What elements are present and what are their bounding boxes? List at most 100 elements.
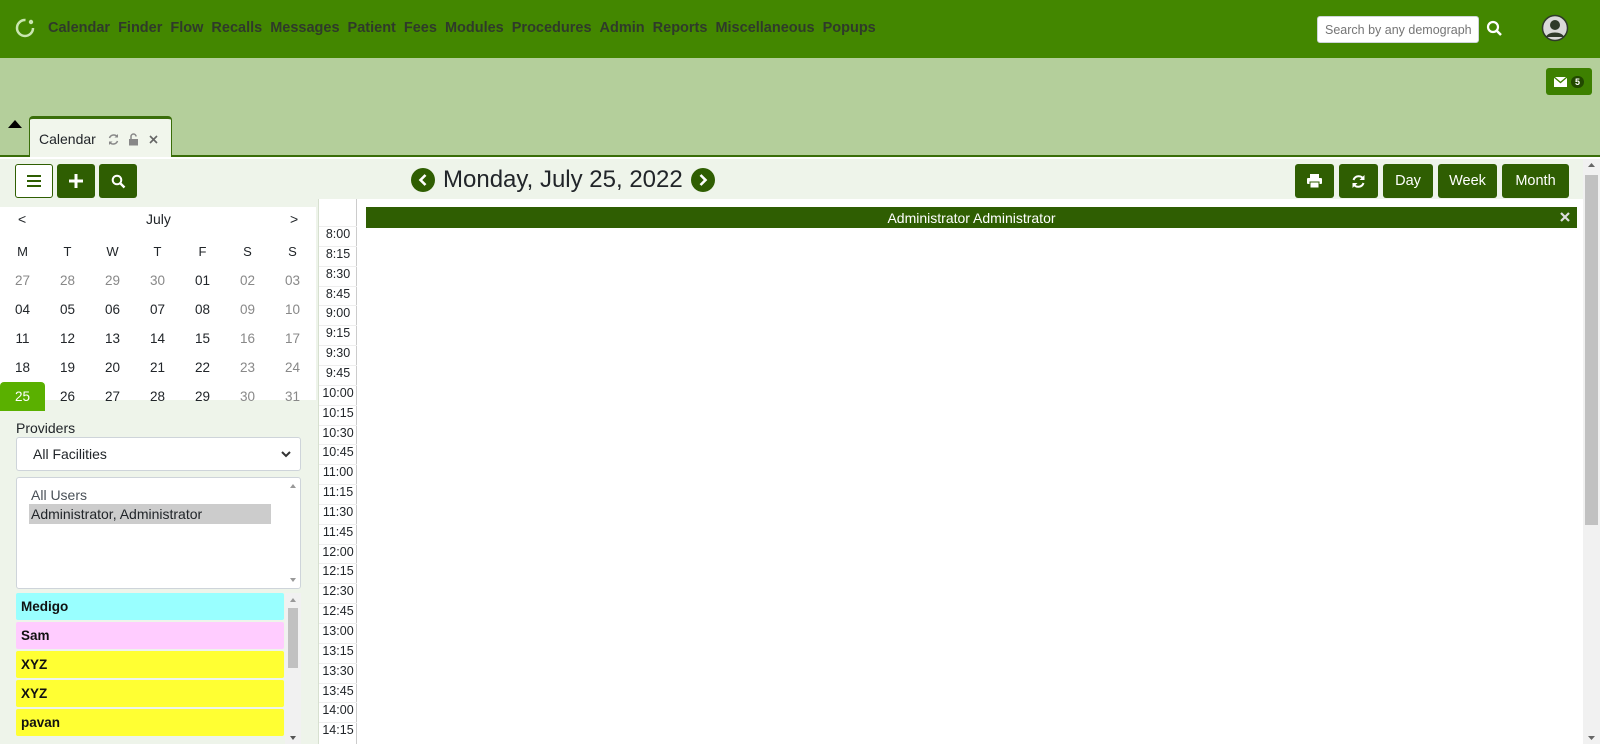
nav-menu-reports[interactable]: Reports: [653, 20, 708, 36]
nav-menu-modules[interactable]: Modules: [445, 20, 504, 36]
time-slot-label[interactable]: 13:00: [319, 623, 357, 643]
calendar-day[interactable]: 04: [0, 295, 45, 324]
calendar-day[interactable]: 30: [225, 382, 270, 411]
close-icon[interactable]: [147, 133, 160, 146]
category-item[interactable]: XYZ: [16, 680, 284, 707]
next-day-button[interactable]: [690, 168, 715, 192]
scrollbar-thumb[interactable]: [1585, 175, 1598, 525]
time-slot-label[interactable]: 11:45: [319, 523, 357, 544]
time-slot-label[interactable]: 10:45: [319, 444, 357, 464]
nav-menu-procedures[interactable]: Procedures: [512, 20, 592, 36]
category-item[interactable]: XYZ: [16, 651, 284, 678]
time-slot-label[interactable]: 10:15: [319, 404, 357, 425]
calendar-day[interactable]: 27: [90, 382, 135, 411]
calendar-day[interactable]: 11: [0, 324, 45, 353]
toggle-sidebar-button[interactable]: [15, 164, 53, 198]
time-slot-label[interactable]: 12:30: [319, 583, 357, 603]
nav-menu-patient[interactable]: Patient: [348, 20, 396, 36]
calendar-day[interactable]: 22: [180, 353, 225, 382]
time-slot-label[interactable]: 11:30: [319, 503, 357, 524]
user-list-scrollbar[interactable]: [286, 478, 300, 588]
tab-calendar[interactable]: Calendar: [29, 116, 172, 157]
calendar-day[interactable]: 27: [0, 266, 45, 295]
time-slot-label[interactable]: 12:00: [319, 543, 357, 564]
time-slot-label[interactable]: 10:30: [319, 424, 357, 445]
time-slot-label[interactable]: 10:00: [319, 384, 357, 405]
time-slot-label[interactable]: 14:15: [319, 722, 357, 742]
time-slot-label[interactable]: 11:15: [319, 484, 357, 504]
refresh-button[interactable]: [1339, 164, 1378, 198]
time-slot-label[interactable]: 9:30: [319, 345, 357, 365]
nav-menu-calendar[interactable]: Calendar: [48, 20, 110, 36]
day-view-button[interactable]: Day: [1383, 164, 1433, 198]
unlock-icon[interactable]: [127, 133, 140, 146]
calendar-day[interactable]: 14: [135, 324, 180, 353]
time-slot-label[interactable]: 8:15: [319, 245, 357, 266]
calendar-day[interactable]: 30: [135, 266, 180, 295]
calendar-day[interactable]: 19: [45, 353, 90, 382]
time-slot-label[interactable]: 14:00: [319, 702, 357, 722]
nav-menu-flow[interactable]: Flow: [170, 20, 203, 36]
calendar-day[interactable]: 20: [90, 353, 135, 382]
calendar-day[interactable]: 16: [225, 324, 270, 353]
nav-menu-admin[interactable]: Admin: [600, 20, 645, 36]
next-month-button[interactable]: >: [290, 211, 298, 227]
calendar-day[interactable]: 17: [270, 324, 315, 353]
calendar-day[interactable]: 07: [135, 295, 180, 324]
calendar-day[interactable]: 09: [225, 295, 270, 324]
calendar-day[interactable]: 05: [45, 295, 90, 324]
nav-menu-miscellaneous[interactable]: Miscellaneous: [715, 20, 814, 36]
calendar-day[interactable]: 28: [135, 382, 180, 411]
calendar-day[interactable]: 13: [90, 324, 135, 353]
page-scrollbar[interactable]: [1583, 159, 1600, 744]
user-avatar-icon[interactable]: [1541, 14, 1569, 42]
calendar-day[interactable]: 28: [45, 266, 90, 295]
user-option-all[interactable]: All Users: [29, 485, 87, 505]
calendar-day[interactable]: 03: [270, 266, 315, 295]
nav-menu-messages[interactable]: Messages: [270, 20, 339, 36]
time-slot-label[interactable]: 9:15: [319, 325, 357, 345]
calendar-day[interactable]: 26: [45, 382, 90, 411]
calendar-day[interactable]: 01: [180, 266, 225, 295]
messages-button[interactable]: 5: [1546, 68, 1592, 95]
nav-menu-finder[interactable]: Finder: [118, 20, 162, 36]
collapse-arrow-icon[interactable]: [8, 120, 22, 128]
calendar-day[interactable]: 24: [270, 353, 315, 382]
refresh-logo-icon[interactable]: [14, 17, 36, 39]
calendar-day[interactable]: 25: [0, 382, 45, 411]
nav-menu-popups[interactable]: Popups: [823, 20, 876, 36]
time-slot-label[interactable]: 9:00: [319, 305, 357, 325]
calendar-day[interactable]: 29: [180, 382, 225, 411]
nav-menu-recalls[interactable]: Recalls: [211, 20, 262, 36]
time-slot-label[interactable]: 13:15: [319, 642, 357, 663]
time-slot-label[interactable]: 13:30: [319, 662, 357, 683]
category-list-scrollbar[interactable]: [285, 593, 301, 744]
patient-search-input[interactable]: [1317, 16, 1479, 43]
month-view-button[interactable]: Month: [1502, 164, 1569, 198]
calendar-day[interactable]: 18: [0, 353, 45, 382]
time-slot-label[interactable]: 8:00: [319, 226, 357, 246]
category-item[interactable]: Medigo: [16, 593, 284, 620]
facility-select[interactable]: All Facilities: [16, 437, 301, 471]
previous-day-button[interactable]: [411, 168, 435, 192]
calendar-day[interactable]: 21: [135, 353, 180, 382]
nav-menu-fees[interactable]: Fees: [404, 20, 437, 36]
calendar-day[interactable]: 08: [180, 295, 225, 324]
calendar-day[interactable]: 02: [225, 266, 270, 295]
provider-user-list[interactable]: All Users Administrator, Administrator: [16, 477, 301, 589]
time-slot-label[interactable]: 8:45: [319, 285, 357, 306]
time-slot-label[interactable]: 12:45: [319, 603, 357, 623]
time-slot-label[interactable]: 8:30: [319, 265, 357, 286]
calendar-day[interactable]: 23: [225, 353, 270, 382]
week-view-button[interactable]: Week: [1438, 164, 1497, 198]
time-slot-label[interactable]: 11:00: [319, 464, 357, 484]
add-appointment-button[interactable]: [57, 164, 95, 198]
category-item[interactable]: Sam: [16, 622, 284, 649]
category-item[interactable]: pavan: [16, 709, 284, 736]
close-icon[interactable]: [1559, 211, 1571, 223]
time-slot-label[interactable]: 12:15: [319, 563, 357, 583]
refresh-icon[interactable]: [107, 133, 120, 146]
calendar-day[interactable]: 06: [90, 295, 135, 324]
time-slot-label[interactable]: 13:45: [319, 682, 357, 703]
prev-month-button[interactable]: <: [18, 211, 26, 227]
